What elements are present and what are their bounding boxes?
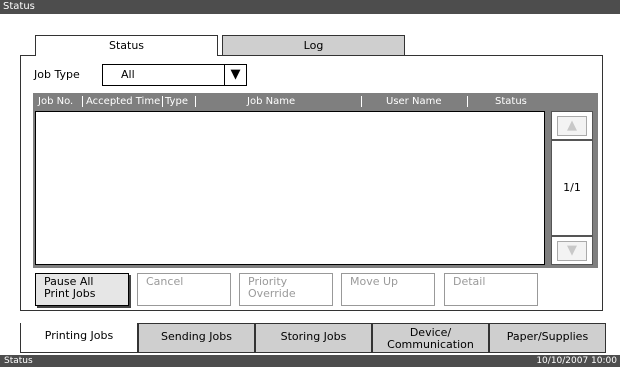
tab-status-label: Status	[108, 39, 145, 52]
scroll-up-button[interactable]: ▲	[551, 111, 593, 140]
status-bar: Status 10/10/2007 10:00	[0, 355, 620, 367]
window-title-bar: Status	[0, 0, 620, 14]
column-header-user-name: User Name	[386, 96, 442, 107]
priority-override-button[interactable]: Priority Override	[239, 273, 333, 306]
tab-printing-jobs[interactable]: Printing Jobs	[20, 323, 138, 353]
scroll-up-icon: ▲	[557, 116, 587, 136]
column-separator	[195, 96, 196, 107]
pause-all-print-jobs-button[interactable]: Pause All Print Jobs	[35, 273, 129, 306]
column-separator	[467, 96, 468, 107]
status-label: Status	[4, 356, 33, 366]
column-header-status: Status	[495, 96, 527, 107]
tab-log-label: Log	[303, 39, 324, 52]
page-indicator: 1/1	[551, 140, 593, 236]
tab-sending-jobs[interactable]: Sending Jobs	[138, 323, 255, 353]
window-title: Status	[3, 1, 35, 12]
tab-device-communication[interactable]: Device/ Communication	[372, 323, 489, 353]
column-separator	[82, 96, 83, 107]
date-time: 10/10/2007 10:00	[536, 356, 617, 366]
column-header-job-no: Job No.	[38, 96, 74, 107]
cancel-button[interactable]: Cancel	[137, 273, 231, 306]
scroll-down-icon: ▼	[557, 241, 587, 261]
job-type-dropdown[interactable]: All ▼	[102, 64, 247, 86]
scroll-down-button[interactable]: ▼	[551, 236, 593, 265]
column-header-accepted-time: Accepted Time	[86, 96, 161, 107]
column-separator	[361, 96, 362, 107]
detail-button[interactable]: Detail	[444, 273, 538, 306]
job-list[interactable]	[35, 111, 545, 265]
column-header-type: Type	[165, 96, 188, 107]
tab-log[interactable]: Log	[222, 35, 405, 56]
tab-status[interactable]: Status	[35, 35, 218, 56]
tab-paper-supplies[interactable]: Paper/Supplies	[489, 323, 606, 353]
dropdown-arrow-icon[interactable]: ▼	[224, 65, 246, 85]
move-up-button[interactable]: Move Up	[341, 273, 435, 306]
job-type-label: Job Type	[34, 68, 80, 81]
column-header-job-name: Job Name	[247, 96, 296, 107]
column-separator	[162, 96, 163, 107]
job-type-value: All	[121, 68, 135, 81]
tab-storing-jobs[interactable]: Storing Jobs	[255, 323, 372, 353]
